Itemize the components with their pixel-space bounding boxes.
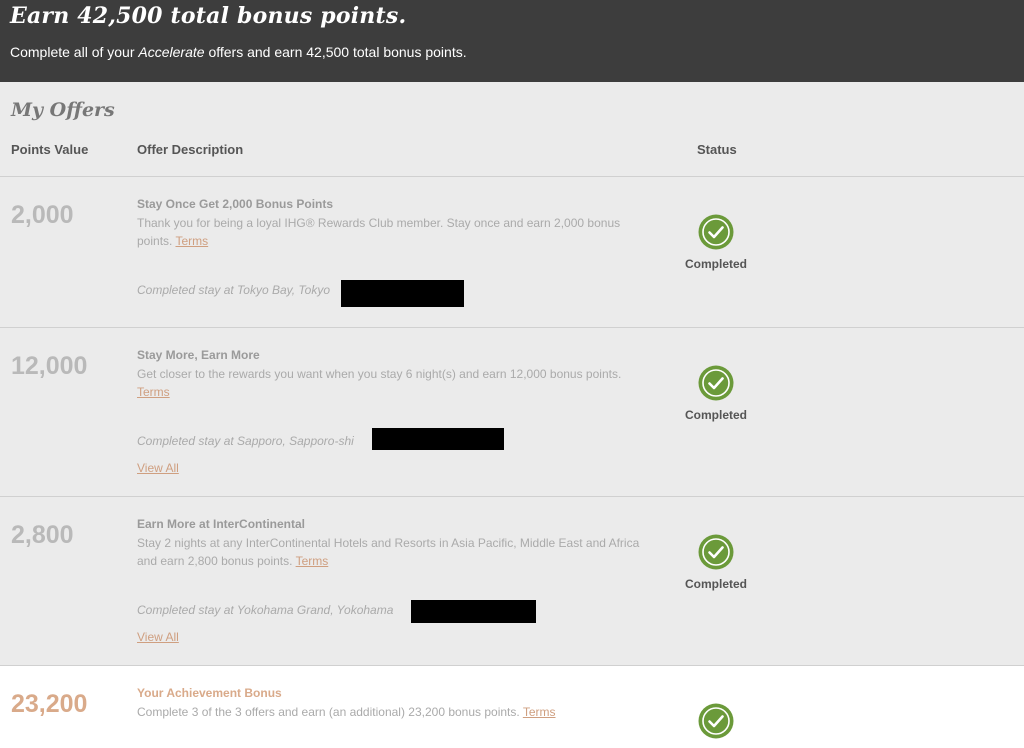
offer-row: 2,800 Earn More at InterContinental Stay… [0,497,1024,665]
offer-description: Thank you for being a loyal IHG® Rewards… [137,214,657,250]
check-circle-icon [698,534,734,570]
terms-link[interactable]: Terms [175,234,208,248]
redaction-block [372,428,504,450]
offer-description-text: Get closer to the rewards you want when … [137,367,622,381]
offer-points: 2,000 [11,201,74,229]
bonus-description: Complete 3 of the 3 offers and earn (an … [137,703,657,721]
completed-stay-text: Completed stay at Yokohama Grand, Yokoha… [137,603,394,617]
terms-link[interactable]: Terms [523,705,556,719]
status-label: Completed [684,577,747,591]
offer-title: Stay Once Get 2,000 Bonus Points [137,197,334,211]
banner-subtitle-emphasis: Accelerate [138,44,205,60]
completed-stay-text: Completed stay at Tokyo Bay, Tokyo [137,283,330,297]
terms-link[interactable]: Terms [296,554,329,568]
terms-link[interactable]: Terms [137,385,170,399]
offer-description: Stay 2 nights at any InterContinental Ho… [137,534,657,570]
offer-description: Get closer to the rewards you want when … [137,365,657,401]
bonus-points: 23,200 [11,690,88,718]
check-circle-icon [698,214,734,250]
status-label: Completed [684,257,747,271]
offer-points: 12,000 [11,352,88,380]
redaction-block [411,600,536,623]
my-offers-heading: My Offers [11,99,115,121]
banner-subtitle-text: Complete all of your [10,44,139,60]
bonus-title: Your Achievement Bonus [137,686,282,700]
bonus-description-text: Complete 3 of the 3 offers and earn (an … [137,705,520,719]
offer-points: 2,800 [11,521,74,549]
offer-row: 2,000 Stay Once Get 2,000 Bonus Points T… [0,177,1024,327]
banner-subtitle: Complete all of your Accelerate offers a… [10,44,467,60]
completed-stay-text: Completed stay at Sapporo, Sapporo-shi [137,434,354,448]
promo-banner: Earn 42,500 total bonus points. Complete… [0,0,1024,82]
banner-title: Earn 42,500 total bonus points. [10,3,407,29]
view-all-link[interactable]: View All [137,461,179,475]
column-header-points: Points Value [11,142,89,157]
offer-description-text: Thank you for being a loyal IHG® Rewards… [137,216,621,248]
status-label: Completed [684,408,747,422]
offer-description-text: Stay 2 nights at any InterContinental Ho… [137,536,640,568]
offer-title: Earn More at InterContinental [137,517,306,531]
column-header-description: Offer Description [137,142,244,157]
banner-subtitle-text-end: offers and earn 42,500 total bonus point… [204,44,467,60]
check-circle-icon [698,703,734,739]
view-all-link[interactable]: View All [137,630,179,644]
offer-title: Stay More, Earn More [137,348,260,362]
offer-row: 12,000 Stay More, Earn More Get closer t… [0,328,1024,496]
achievement-bonus-row: 23,200 Your Achievement Bonus Complete 3… [0,666,1024,748]
column-header-status: Status [697,142,737,157]
redaction-block [341,280,464,307]
check-circle-icon [698,365,734,401]
